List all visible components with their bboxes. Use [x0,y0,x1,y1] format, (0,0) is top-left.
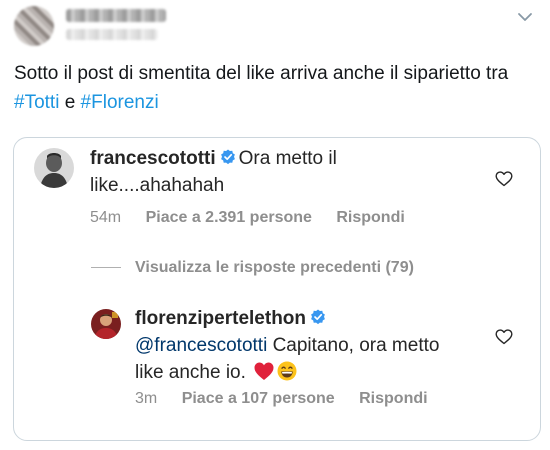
chevron-down-icon[interactable] [516,10,534,24]
view-replies-label: Visualizza le risposte precedenti (79) [135,259,414,276]
avatar-francescototti[interactable] [34,148,74,188]
tweet-author-avatar[interactable] [14,6,54,46]
verified-badge-icon [311,309,325,325]
tweet-text-part: Sotto il post di smentita del like arriv… [14,63,509,84]
reply-button[interactable]: Rispondi [359,390,427,407]
embedded-image-card[interactable]: francescototti Ora metto il like....ahah… [13,137,541,441]
tweet-text: Sotto il post di smentita del like arriv… [14,59,534,117]
red-heart-emoji [254,362,274,380]
likes-count-button[interactable]: Piace a 2.391 persone [146,209,312,226]
hashtag-link-florenzi[interactable]: #Florenzi [81,92,159,113]
username-florenzipertelethon[interactable]: florenzipertelethon [135,308,306,329]
avatar-florenzipertelethon[interactable] [91,309,121,339]
divider-line [91,267,121,269]
verified-badge-icon [220,149,235,165]
likes-count-button[interactable]: Piace a 107 persone [182,390,335,407]
reply-button[interactable]: Rispondi [336,209,404,226]
tweet-text-part: e [59,92,81,113]
tweet-author-name-blurred[interactable] [66,9,166,22]
timestamp: 3m [135,390,158,407]
grinning-face-emoji [277,361,297,381]
hashtag-link-totti[interactable]: #Totti [14,92,59,113]
comment-francescototti: francescototti Ora metto il like....ahah… [90,145,420,199]
username-francescototti[interactable]: francescototti [90,148,216,169]
tweet-author-handle-blurred[interactable] [66,29,158,40]
comment-meta-2: 3m Piace a 107 persone Rispondi [135,390,448,408]
timestamp: 54m [90,209,122,226]
view-previous-replies-button[interactable]: Visualizza le risposte precedenti (79) [91,259,414,277]
mention-francescototti[interactable]: @francescototti [135,335,267,356]
heart-outline-icon[interactable] [495,329,513,345]
heart-outline-icon[interactable] [495,171,513,187]
comment-florenzipertelethon: florenzipertelethon @francescototti Capi… [135,305,465,386]
comment-meta-1: 54m Piace a 2.391 persone Rispondi [90,209,425,227]
